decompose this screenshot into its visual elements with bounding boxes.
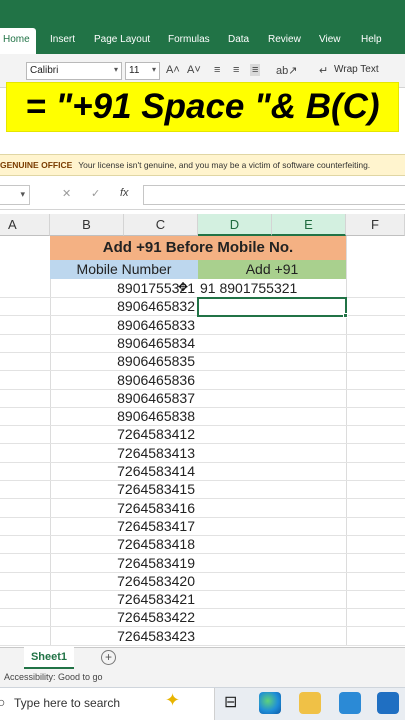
mobile-number-header[interactable]: Mobile Number	[50, 260, 198, 279]
name-box[interactable]: ▾	[0, 185, 30, 205]
tab-view[interactable]: View	[319, 34, 341, 45]
column-header-d[interactable]: D	[198, 214, 272, 236]
tab-review[interactable]: Review	[268, 34, 301, 45]
accessibility-status[interactable]: Accessibility: Good to go	[4, 672, 103, 682]
orientation-icon[interactable]: ab↗	[276, 64, 297, 77]
add-sheet-button[interactable]: +	[101, 650, 116, 665]
chevron-down-icon: ▾	[113, 65, 118, 74]
font-name-value: Calibri	[30, 65, 59, 76]
chevron-down-icon: ▾	[20, 189, 25, 199]
active-cell[interactable]	[197, 297, 347, 317]
decrease-font-icon[interactable]: A˅	[187, 64, 201, 76]
mobile-number-cell[interactable]: 8901755321	[50, 279, 195, 297]
align-middle-icon[interactable]: ≡	[233, 64, 239, 76]
align-bottom-icon[interactable]: ≡	[250, 64, 261, 76]
mobile-number-cell[interactable]: 7264583414	[50, 462, 195, 480]
column-header-f[interactable]: F	[346, 214, 405, 236]
title-bar	[0, 0, 405, 28]
store-icon[interactable]	[339, 692, 361, 714]
column-header-e[interactable]: E	[272, 214, 346, 236]
license-message: Your license isn't genuine, and you may …	[78, 160, 371, 170]
mobile-number-cell[interactable]: 7264583418	[50, 535, 195, 553]
tab-page-layout[interactable]: Page Layout	[94, 34, 150, 45]
wrap-text-icon: ↵	[319, 65, 329, 77]
license-warning-bar: GENUINE OFFICE Your license isn't genuine…	[0, 154, 405, 176]
increase-font-icon[interactable]: A˄	[166, 64, 180, 76]
chevron-down-icon: ▾	[151, 65, 156, 74]
mobile-number-cell[interactable]: 7264583423	[50, 627, 195, 645]
mobile-number-cell[interactable]: 7264583420	[50, 572, 195, 590]
tab-insert[interactable]: Insert	[50, 34, 75, 45]
formula-input[interactable]	[143, 185, 405, 205]
mobile-number-cell[interactable]: 7264583413	[50, 444, 195, 462]
sparkle-icon[interactable]: ✦	[165, 690, 180, 711]
grid-line	[0, 644, 405, 646]
status-bar: Accessibility: Good to go	[0, 669, 405, 687]
mobile-number-cell[interactable]: 8906465837	[50, 389, 195, 407]
cancel-icon[interactable]: ✕	[62, 187, 71, 200]
column-header-c[interactable]: C	[124, 214, 198, 236]
edge-icon[interactable]	[259, 692, 281, 714]
mobile-number-cell[interactable]: 7264583415	[50, 480, 195, 498]
column-header-a[interactable]: A	[0, 214, 50, 236]
mobile-number-cell[interactable]: 7264583419	[50, 554, 195, 572]
fill-handle[interactable]	[343, 313, 348, 318]
mobile-number-cell[interactable]: 7264583417	[50, 517, 195, 535]
mobile-number-cell[interactable]: 8906465833	[50, 316, 195, 334]
search-placeholder: Type here to search	[14, 696, 121, 710]
align-top-icon[interactable]: ≡	[214, 64, 220, 76]
wrap-text-button[interactable]: Wrap Text	[334, 64, 379, 75]
mobile-number-cell[interactable]: 8906465832	[50, 297, 195, 315]
file-explorer-icon[interactable]	[299, 692, 321, 714]
result-cell[interactable]: 91 8901755321	[200, 279, 346, 297]
insert-function-icon[interactable]: fx	[120, 187, 129, 199]
search-icon: ○	[0, 694, 6, 710]
mail-icon[interactable]	[377, 692, 399, 714]
license-title: GENUINE OFFICE	[0, 160, 73, 170]
font-size-value: 11	[129, 65, 140, 76]
banner-text: = "+91 Space "& B(C)	[25, 87, 380, 126]
font-size-box[interactable]: 11 ▾	[125, 62, 160, 80]
tab-data[interactable]: Data	[228, 34, 249, 45]
mobile-number-cell[interactable]: 8906465838	[50, 407, 195, 425]
tab-formulas[interactable]: Formulas	[168, 34, 210, 45]
task-view-icon[interactable]: ⊟	[224, 692, 237, 712]
table-title[interactable]: Add +91 Before Mobile No.	[50, 236, 346, 260]
mobile-number-cell[interactable]: 7264583422	[50, 608, 195, 626]
mobile-number-cell[interactable]: 7264583416	[50, 499, 195, 517]
sheet-tab-sheet1[interactable]: Sheet1	[24, 647, 74, 669]
mobile-number-cell[interactable]: 7264583412	[50, 425, 195, 443]
tab-home[interactable]: Home	[0, 28, 36, 54]
result-header[interactable]: Add +91	[198, 260, 346, 279]
cursor-icon: ✥	[178, 280, 189, 294]
mobile-number-cell[interactable]: 8906465836	[50, 371, 195, 389]
tab-help[interactable]: Help	[361, 34, 382, 45]
mobile-number-cell[interactable]: 8906465834	[50, 334, 195, 352]
mobile-number-cell[interactable]: 8906465835	[50, 352, 195, 370]
mobile-number-cell[interactable]: 7264583421	[50, 590, 195, 608]
font-name-box[interactable]: Calibri ▾	[26, 62, 122, 80]
enter-icon[interactable]: ✓	[91, 187, 100, 200]
ribbon-tabs: Home Insert Page Layout Formulas Data Re…	[0, 28, 405, 54]
column-header-b[interactable]: B	[50, 214, 124, 236]
